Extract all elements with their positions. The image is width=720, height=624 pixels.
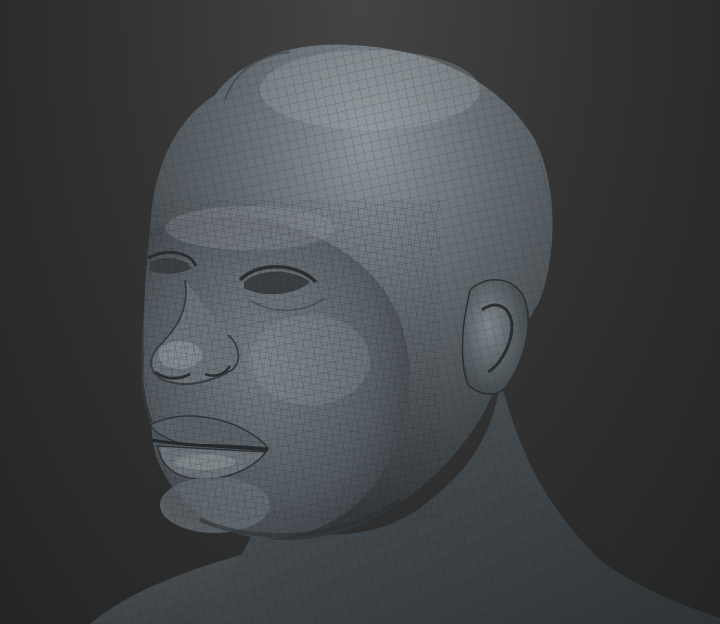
sculpt-model-render[interactable]: [0, 0, 720, 624]
3d-viewport[interactable]: [0, 0, 720, 624]
wireframe-overlay: [90, 44, 720, 624]
